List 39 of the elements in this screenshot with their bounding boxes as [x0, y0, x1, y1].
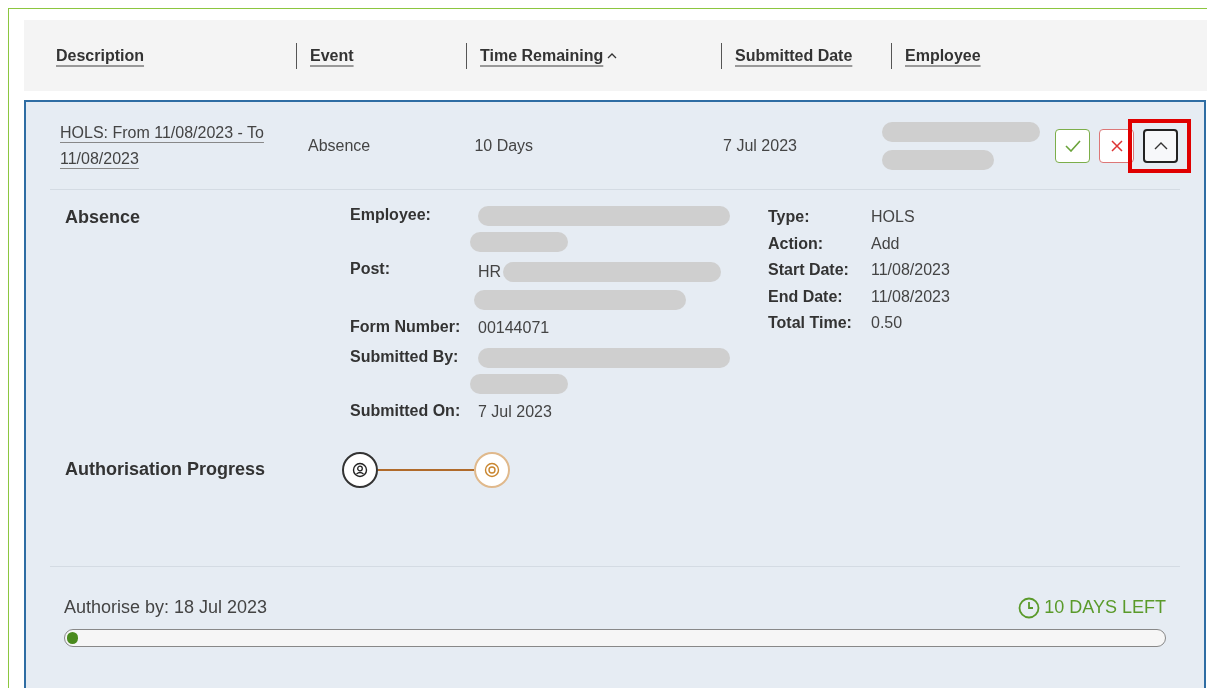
- close-icon: [1110, 139, 1123, 152]
- deadline-text: Authorise by: 18 Jul 2023: [64, 596, 268, 619]
- table-cell-text: 10 Days: [474, 135, 535, 156]
- column-header[interactable]: Time Remaining: [480, 43, 618, 68]
- approve-button[interactable]: [1055, 128, 1090, 163]
- field-label: Employee:: [350, 205, 432, 225]
- checkmark-icon: [1064, 139, 1081, 152]
- column-header[interactable]: Submitted Date: [735, 43, 853, 68]
- clock-icon: [1018, 596, 1041, 619]
- field-label: Form Number:: [350, 317, 462, 337]
- table-cell-text: Absence: [307, 135, 372, 156]
- column-header[interactable]: Employee: [905, 43, 981, 68]
- field-label: Action:: [768, 233, 825, 254]
- field-label: Type:: [768, 207, 811, 227]
- section-title: Absence: [65, 206, 142, 229]
- days-left-text: 10 DAYS LEFT: [1044, 596, 1166, 619]
- field-value: 7 Jul 2023: [478, 403, 552, 420]
- field-label: End Date:: [768, 286, 844, 307]
- field-label: Start Date:: [768, 260, 850, 280]
- field-label: Post:: [350, 259, 391, 279]
- field-value: 11/08/2023: [871, 286, 950, 307]
- field-label: Total Time:: [768, 313, 853, 333]
- field-label: Submitted On:: [350, 401, 462, 421]
- field-value: 0.50: [871, 313, 903, 333]
- column-header[interactable]: Event: [310, 43, 354, 68]
- table-cell-text: 7 Jul 2023: [723, 135, 798, 156]
- target-icon: [484, 462, 500, 478]
- description-link[interactable]: HOLS: From 11/08/2023 - To 11/08/2023: [60, 119, 278, 172]
- field-value: Add: [871, 233, 900, 254]
- field-value: HR: [478, 262, 502, 282]
- field-label: Submitted By:: [350, 347, 460, 367]
- person-icon: [352, 462, 368, 478]
- field-value: 00144071: [478, 319, 550, 336]
- collapse-button[interactable]: [1143, 128, 1178, 163]
- chevron-up-icon: [1153, 141, 1168, 150]
- section-title: Authorisation Progress: [65, 458, 267, 481]
- field-value: HOLS: [871, 207, 915, 227]
- column-header[interactable]: Description: [56, 43, 144, 68]
- field-value: 11/08/2023: [871, 260, 950, 280]
